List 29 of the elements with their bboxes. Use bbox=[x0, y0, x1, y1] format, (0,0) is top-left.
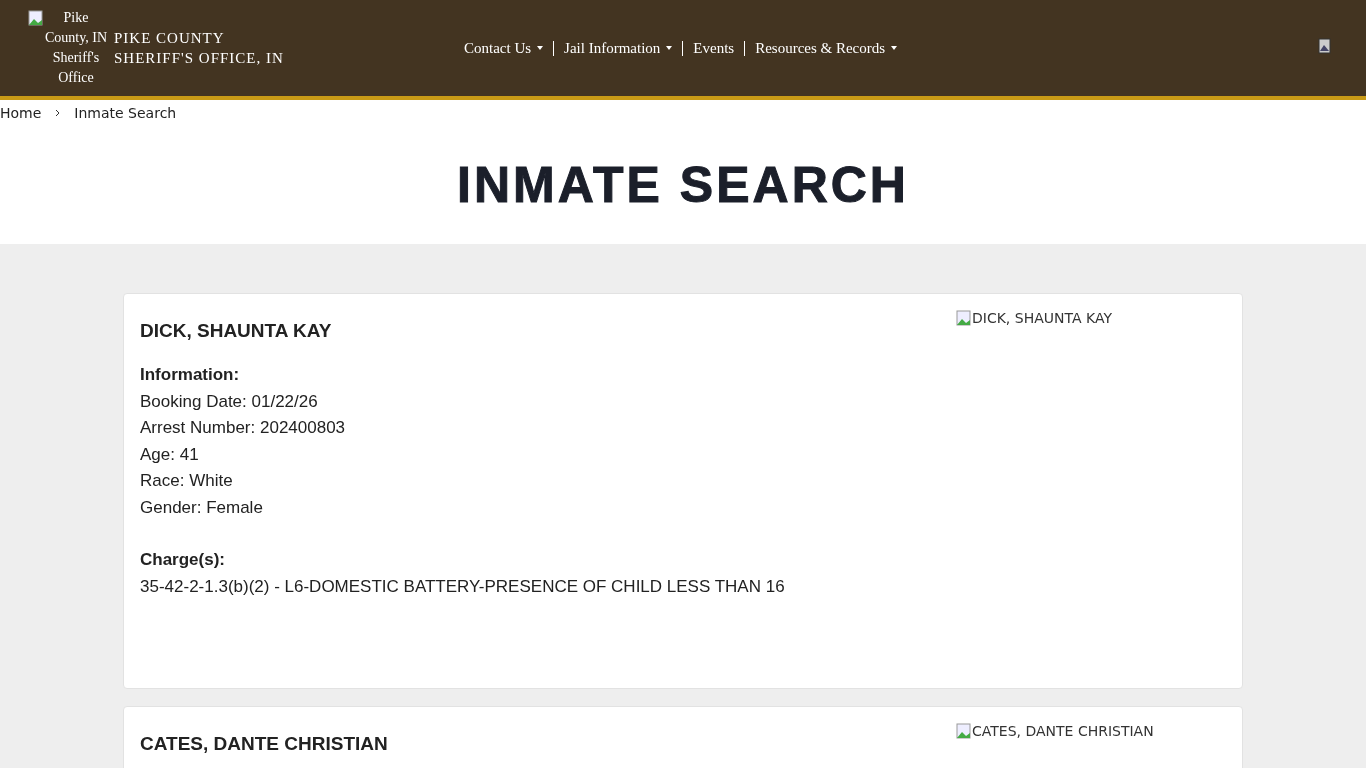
nav-link[interactable]: Jail Information bbox=[558, 39, 679, 57]
charge-text: 35-42-2-1.3(b)(2) - L6-DOMESTIC BATTERY-PRESENCE OF CHILD LESS THAN 16 bbox=[140, 575, 786, 598]
charges-heading: Charge(s): bbox=[140, 549, 226, 571]
nav-link[interactable]: Events bbox=[687, 39, 741, 57]
logo-alt-text: Pike County, IN Sheriff's Office bbox=[44, 9, 108, 87]
inmate-name: CATES, DANTE CHRISTIAN bbox=[140, 733, 389, 755]
inmate-name: DICK, SHAUNTA KAY bbox=[140, 320, 333, 342]
nav-link[interactable]: Resources & Records bbox=[749, 39, 904, 57]
page-title: INMATE SEARCH bbox=[457, 156, 909, 214]
info-field: Age: 41 bbox=[140, 441, 956, 468]
info-heading: Information: bbox=[140, 364, 241, 386]
broken-image-icon bbox=[28, 10, 44, 26]
broken-image-icon bbox=[956, 310, 972, 326]
caret-icon bbox=[537, 46, 544, 50]
caret-icon bbox=[891, 46, 898, 50]
nav-link[interactable]: Contact Us bbox=[458, 39, 550, 57]
info-field: Gender: Female bbox=[140, 494, 956, 521]
breadcrumb-link[interactable]: Home bbox=[0, 105, 42, 121]
photo-alt-text: CATES, DANTE CHRISTIAN bbox=[972, 723, 1154, 739]
caret-icon bbox=[666, 46, 673, 50]
info-field: Arrest Number: 202400803 bbox=[140, 415, 956, 442]
photo-alt-text: DICK, SHAUNTA KAY bbox=[972, 310, 1112, 326]
info-field: Booking Date: 01/22/26 bbox=[140, 388, 956, 415]
site-title: PIKE COUNTY SHERIFF'S OFFICE, IN bbox=[114, 29, 285, 68]
info-field: Race: White bbox=[140, 468, 956, 495]
broken-image-icon bbox=[1318, 37, 1332, 57]
broken-image-icon bbox=[956, 723, 972, 739]
chevron-right-icon bbox=[55, 109, 61, 117]
breadcrumb-current: Inmate Search bbox=[74, 105, 177, 121]
